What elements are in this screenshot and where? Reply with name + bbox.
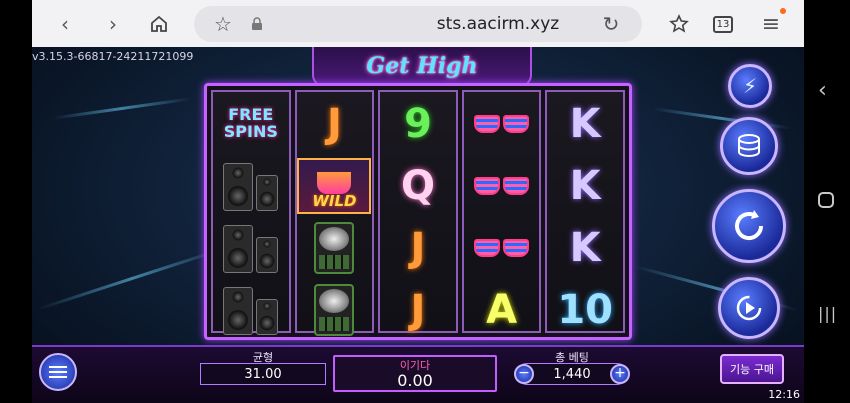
system-nav-bar: ‹ ||| [804, 0, 850, 403]
background-light [52, 97, 192, 120]
star-icon[interactable]: ☆ [212, 12, 234, 36]
home-icon[interactable] [148, 13, 170, 35]
balance-value: 31.00 [200, 363, 326, 385]
symbol-k: K [569, 224, 601, 271]
reel-5: K K K 10 [545, 90, 625, 333]
bet-decrease-button[interactable]: − [514, 364, 534, 384]
address-bar[interactable]: ☆ sts.aacirm.xyz ↻ [194, 6, 642, 42]
bottom-panel: 균형 31.00 이기다 0.00 총 베팅 1,440 − + 기능 구매 1… [32, 345, 804, 403]
reel-3: 9QJJ [378, 90, 458, 333]
symbol-wild: WILD [297, 154, 373, 217]
notification-dot [780, 8, 786, 14]
symbol-glasses [464, 154, 540, 217]
menu-icon[interactable]: ≡ [760, 12, 782, 37]
symbol-speaker [213, 278, 289, 341]
symbol-j: J [410, 224, 426, 271]
symbol-turntable [297, 216, 373, 279]
shutter-glasses-icon [472, 113, 532, 135]
symbol-10: 10 [557, 286, 613, 333]
reel-4: A [461, 90, 542, 333]
tabs-icon[interactable]: 13 [712, 13, 734, 35]
left-strip [0, 0, 32, 403]
bet-increase-button[interactable]: + [610, 364, 630, 384]
symbol-glasses [464, 92, 540, 155]
menu-line-icon [49, 371, 67, 373]
autoplay-icon [736, 295, 762, 321]
symbol-speaker [213, 216, 289, 279]
screen: ‹ › ☆ sts.aacirm.xyz ↻ 13 ≡ v3.15.3-6681… [0, 0, 850, 403]
version-text: v3.15.3-66817-24211721099 [32, 50, 194, 63]
recents-icon[interactable]: ||| [818, 304, 837, 323]
clock: 12:16 [768, 388, 800, 401]
speaker-icon [221, 223, 281, 273]
tab-count: 13 [712, 15, 734, 33]
autoplay-button[interactable] [718, 277, 780, 339]
buy-feature-button[interactable]: 기능 구매 [720, 354, 784, 384]
free-spins-line2: SPINS [223, 121, 278, 141]
back-icon[interactable]: ‹ [54, 12, 76, 36]
game-logo: Get High [312, 47, 532, 87]
menu-button[interactable] [39, 353, 77, 391]
turntable-icon [314, 221, 355, 274]
turbo-icon: ⚡ [742, 74, 758, 98]
url-text[interactable]: sts.aacirm.xyz [354, 14, 642, 34]
reel-1: FREE SPINS [211, 90, 291, 335]
symbol-k: K [569, 100, 601, 147]
browser-toolbar: ‹ › ☆ sts.aacirm.xyz ↻ 13 ≡ [32, 0, 804, 47]
reel-grid[interactable]: FREE SPINS J WILD 9 Q J J A K K K 10 [204, 83, 632, 340]
back-chevron-icon[interactable]: ‹ [818, 78, 827, 103]
symbol-glasses [464, 216, 540, 279]
symbol-9: 9 [404, 100, 432, 147]
reload-icon[interactable]: ↻ [600, 12, 622, 36]
win-value: 0.00 [397, 371, 433, 390]
coin-stack-icon [738, 134, 760, 157]
lock-icon [246, 13, 268, 35]
menu-line-icon [49, 376, 67, 378]
background-light [36, 246, 228, 311]
forward-icon[interactable]: › [102, 12, 124, 36]
turbo-button[interactable]: ⚡ [728, 64, 772, 108]
symbol-j: J [410, 286, 426, 333]
bet-level-button[interactable] [720, 117, 778, 175]
symbol-a: A [486, 286, 518, 333]
reel-2: J WILD [294, 90, 375, 336]
spin-button[interactable] [712, 189, 786, 263]
symbol-q: Q [400, 162, 435, 209]
symbol-turntable [297, 278, 373, 341]
bookmarks-icon[interactable] [668, 13, 690, 35]
symbol-free-spins: FREE SPINS [213, 92, 289, 155]
speaker-icon [221, 285, 281, 335]
cocktail-icon [317, 171, 352, 194]
wild-label: WILD [312, 191, 357, 210]
symbol-speaker [213, 154, 289, 217]
shutter-glasses-icon [472, 175, 532, 197]
symbol-k: K [569, 162, 601, 209]
game-canvas[interactable]: v3.15.3-66817-24211721099 Get High FREE S… [32, 47, 804, 403]
spin-icon [735, 210, 764, 241]
shutter-glasses-icon [472, 237, 532, 259]
home-circle-icon[interactable] [818, 192, 834, 208]
speaker-icon [221, 161, 281, 211]
win-box: 이기다 0.00 [333, 355, 497, 392]
free-spins-line1: FREE [228, 104, 274, 124]
turntable-icon [314, 283, 355, 336]
symbol-j: J [326, 100, 342, 147]
menu-line-icon [49, 366, 67, 368]
